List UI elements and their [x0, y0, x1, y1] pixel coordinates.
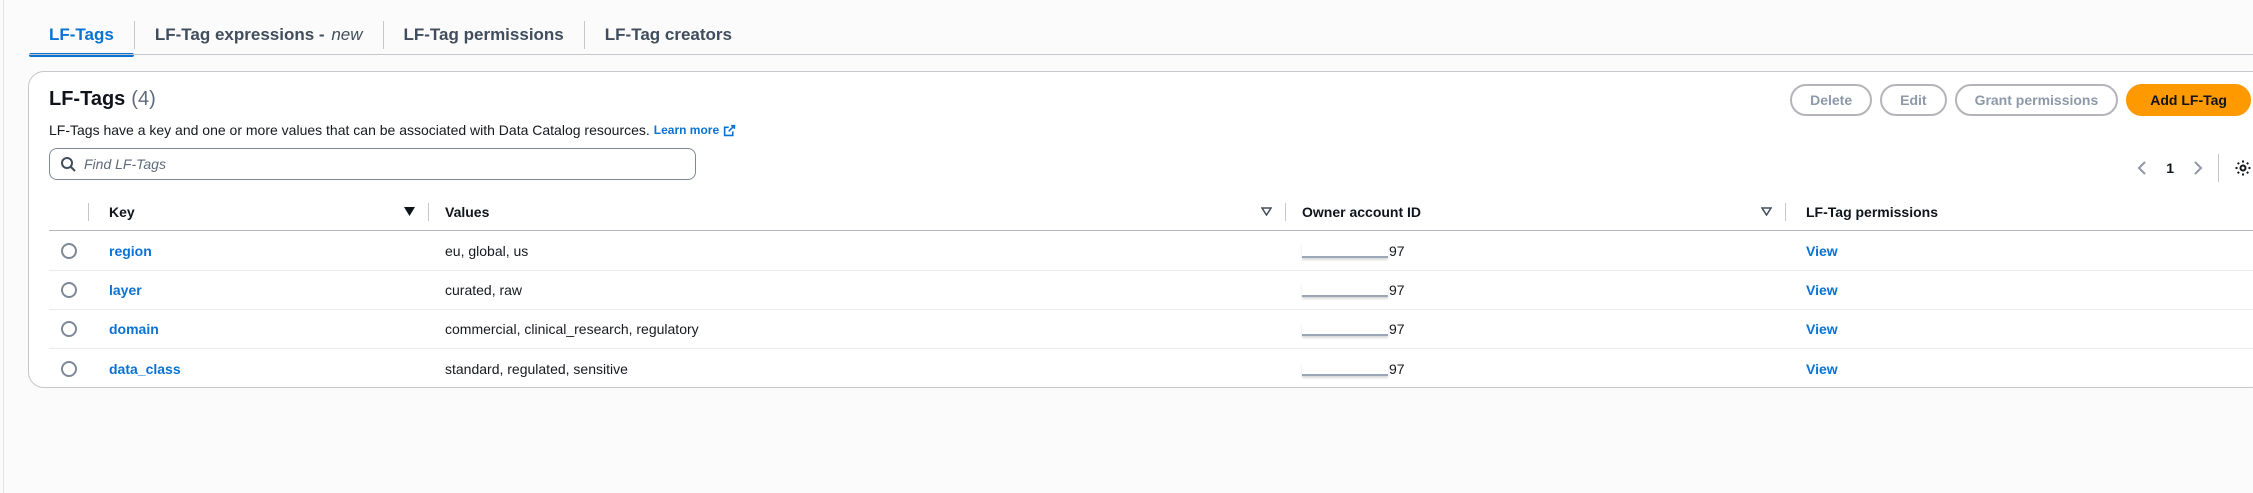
tab-label: LF-Tag creators: [604, 24, 732, 44]
delete-button[interactable]: Delete: [1790, 84, 1873, 116]
external-link-icon[interactable]: [723, 124, 736, 137]
column-header-values[interactable]: Values: [429, 193, 1286, 231]
key-cell: region: [89, 232, 429, 271]
key-link[interactable]: layer: [109, 282, 142, 298]
tab-label: LF-Tag expressions -: [154, 24, 330, 44]
key-link[interactable]: data_class: [109, 361, 181, 377]
column-header-key[interactable]: Key: [89, 193, 429, 231]
tab-underline: [29, 54, 2253, 55]
table-header: Key Values Owner account ID LF-Tag permi…: [49, 193, 2253, 231]
row-select[interactable]: [49, 310, 89, 349]
search-input[interactable]: [84, 156, 674, 172]
search-icon: [60, 156, 76, 172]
radio-button[interactable]: [61, 360, 77, 377]
values-cell: eu, global, us: [445, 243, 529, 259]
pagination: 1: [2132, 154, 2253, 182]
key-link[interactable]: region: [109, 243, 152, 259]
select-column-header: [49, 193, 89, 231]
radio-button[interactable]: [61, 243, 77, 259]
owner-id-suffix: 97: [1389, 360, 1405, 377]
column-header-owner[interactable]: Owner account ID: [1286, 193, 1786, 231]
chevron-right-icon[interactable]: [2188, 158, 2208, 178]
lf-tags-container: LF-Tags (4) LF-Tags have a key and one o…: [28, 71, 2253, 388]
view-link[interactable]: View: [1806, 282, 1838, 298]
learn-more-link[interactable]: Learn more: [654, 123, 719, 137]
key-cell: data_class: [89, 349, 429, 388]
table-row[interactable]: domain commercial, clinical_research, re…: [49, 310, 2253, 349]
tab-lf-tags[interactable]: LF-Tags: [29, 14, 134, 57]
key-cell: domain: [89, 310, 429, 349]
page: LF-Tags LF-Tag expressions - new LF-Tag …: [0, 0, 2253, 493]
values-cell: standard, regulated, sensitive: [445, 360, 628, 377]
owner-cell: 97: [1286, 232, 1786, 271]
item-count: (4): [131, 88, 156, 110]
owner-id-suffix: 97: [1389, 243, 1405, 259]
redacted-account-id: [1302, 361, 1388, 376]
column-label: Values: [445, 203, 490, 220]
pagination-divider: [2218, 154, 2219, 182]
row-select[interactable]: [49, 349, 89, 388]
owner-cell: 97: [1286, 310, 1786, 349]
permission-cell: View: [1786, 271, 2086, 310]
redacted-account-id: [1302, 283, 1388, 297]
description: LF-Tags have a key and one or more value…: [49, 122, 736, 138]
table-row[interactable]: data_class standard, regulated, sensitiv…: [49, 349, 2253, 388]
owner-id-suffix: 97: [1389, 282, 1405, 298]
redacted-account-id: [1302, 244, 1388, 258]
permission-cell: View: [1786, 310, 2086, 349]
owner-id-suffix: 97: [1389, 321, 1405, 337]
description-text: LF-Tags have a key and one or more value…: [49, 122, 650, 138]
grant-permissions-button[interactable]: Grant permissions: [1954, 84, 2119, 116]
permission-cell: View: [1786, 349, 2086, 388]
add-lf-tag-button[interactable]: Add LF-Tag: [2126, 84, 2251, 116]
redacted-account-id: [1302, 322, 1388, 336]
tab-new-badge: new: [331, 24, 363, 44]
page-title: LF-Tags: [49, 88, 126, 110]
owner-cell: 97: [1286, 271, 1786, 310]
view-link[interactable]: View: [1806, 243, 1838, 259]
chevron-left-icon[interactable]: [2132, 158, 2152, 178]
permission-cell: View: [1786, 232, 2086, 271]
sort-desc-icon[interactable]: [404, 207, 415, 216]
edit-button[interactable]: Edit: [1880, 84, 1947, 116]
search-field[interactable]: [49, 148, 696, 180]
values-cell: commercial, clinical_research, regulator…: [445, 321, 699, 337]
values-cell: curated, raw: [445, 282, 523, 298]
column-label: LF-Tag permissions: [1806, 203, 1938, 220]
view-link[interactable]: View: [1806, 361, 1838, 377]
sort-icon[interactable]: [1261, 207, 1272, 216]
tab-label: LF-Tag permissions: [403, 24, 564, 44]
key-link[interactable]: domain: [109, 321, 159, 337]
radio-button[interactable]: [61, 282, 77, 298]
row-select[interactable]: [49, 271, 89, 310]
tab-lf-tag-expressions[interactable]: LF-Tag expressions - new: [135, 14, 383, 55]
column-header-permissions: LF-Tag permissions: [1786, 193, 2086, 231]
container-header: LF-Tags (4): [49, 88, 156, 111]
sort-icon[interactable]: [1761, 207, 1772, 216]
tab-bar: LF-Tags LF-Tag expressions - new LF-Tag …: [29, 14, 752, 57]
owner-cell: 97: [1286, 349, 1786, 388]
radio-button[interactable]: [61, 321, 77, 337]
table-row[interactable]: layer curated, raw 97 View: [49, 271, 2253, 310]
view-link[interactable]: View: [1806, 321, 1838, 337]
tab-lf-tag-permissions[interactable]: LF-Tag permissions: [384, 14, 584, 55]
page-number[interactable]: 1: [2166, 160, 2174, 176]
row-select[interactable]: [49, 232, 89, 271]
action-bar: Delete Edit Grant permissions Add LF-Tag: [1790, 84, 2251, 116]
column-label: Owner account ID: [1302, 203, 1422, 220]
table-row[interactable]: region eu, global, us 97 View: [49, 232, 2253, 271]
settings-icon[interactable]: [2233, 158, 2253, 178]
key-cell: layer: [89, 271, 429, 310]
tab-label: LF-Tags: [49, 24, 114, 44]
tab-lf-tag-creators[interactable]: LF-Tag creators: [585, 14, 752, 55]
left-divider: [3, 0, 4, 493]
column-label: Key: [109, 203, 135, 220]
